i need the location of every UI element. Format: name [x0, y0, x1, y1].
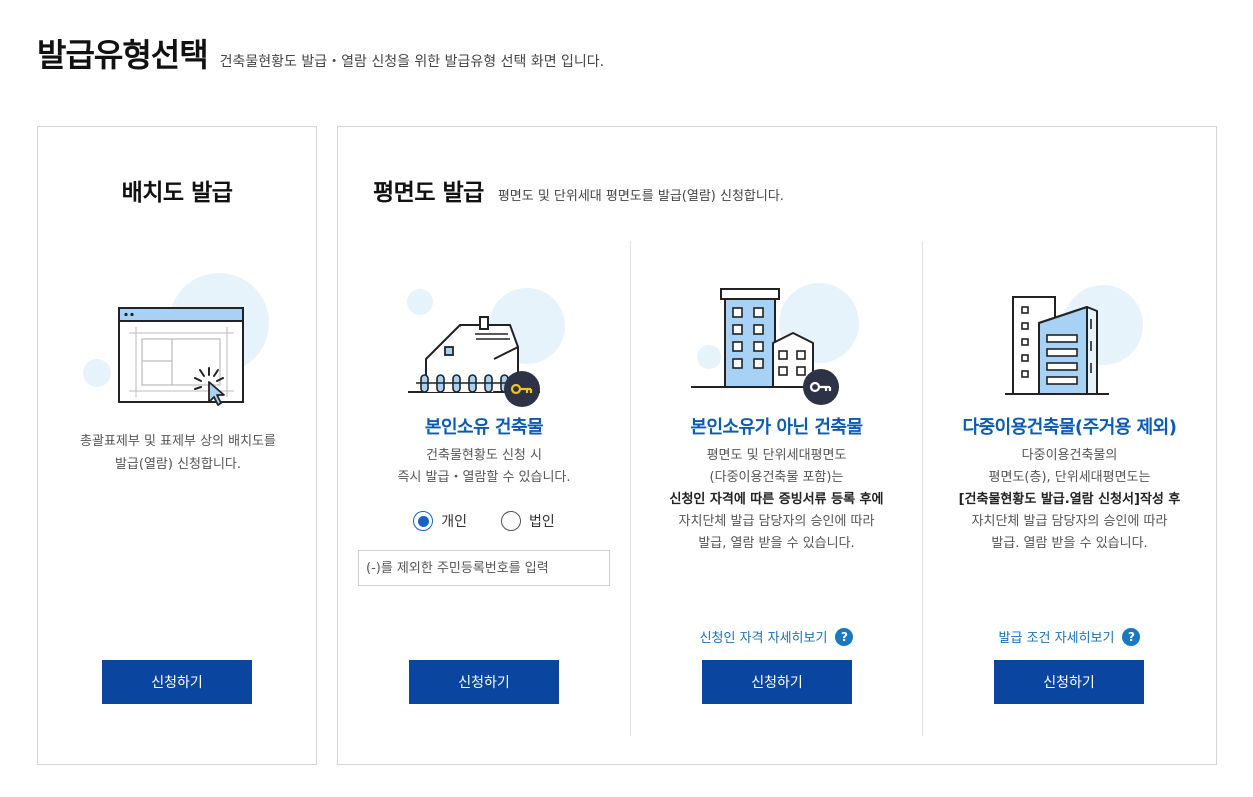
question-circle-icon[interactable]: ?	[835, 627, 854, 646]
radio-individual[interactable]: 개인	[413, 511, 467, 531]
site-plan-panel: 배치도 발급 총괄표제부 및 표제부 상의 배치도를 발급(열람) 신청합니다.…	[37, 126, 317, 765]
not-owned-building-section: 본인소유가 아닌 건축물 평면도 및 단위세대평면도 (다중이용건축물 포함)는…	[630, 241, 922, 736]
page-title: 발급유형선택	[37, 36, 209, 74]
owned-building-description: 건축물현황도 신청 시 즉시 발급・열람할 수 있습니다.	[397, 448, 571, 485]
not-owned-building-title: 본인소유가 아닌 건축물	[690, 417, 863, 438]
owned-building-section: 본인소유 건축물 건축물현황도 신청 시 즉시 발급・열람할 수 있습니다. 개…	[338, 241, 630, 736]
question-circle-icon[interactable]: ?	[1122, 627, 1141, 646]
floor-plan-subtitle: 평면도 및 단위세대 평면도를 발급(열람) 신청합니다.	[497, 189, 784, 204]
owner-type-radio-group: 개인 법인	[338, 511, 630, 531]
resident-number-input[interactable]	[358, 550, 610, 586]
tower-building-icon	[1005, 285, 1143, 395]
multi-use-building-title: 다중이용건축물(주거용 제외)	[962, 417, 1177, 438]
site-plan-title: 배치도 발급	[121, 180, 233, 206]
site-plan-icon	[83, 273, 269, 406]
site-plan-apply-button[interactable]: 신청하기	[102, 660, 252, 704]
page-header: 발급유형선택 건축물현황도 발급・열람 신청을 위한 발급유형 선택 화면 입니…	[37, 30, 604, 76]
applicant-qualification-link[interactable]: 신청인 자격 자세히보기 ?	[631, 627, 922, 646]
house-key-icon	[407, 288, 565, 407]
page-subtitle: 건축물현황도 발급・열람 신청을 위한 발급유형 선택 화면 입니다.	[219, 54, 605, 70]
radio-corporation-control[interactable]	[501, 511, 521, 531]
owned-apply-button[interactable]: 신청하기	[409, 660, 559, 704]
floor-plan-panel: 평면도 발급 평면도 및 단위세대 평면도를 발급(열람) 신청합니다. 본인소…	[337, 126, 1217, 765]
floor-plan-header: 평면도 발급 평면도 및 단위세대 평면도를 발급(열람) 신청합니다.	[373, 173, 784, 207]
buildings-key-icon	[691, 283, 859, 405]
not-owned-apply-button[interactable]: 신청하기	[702, 660, 852, 704]
owned-building-title: 본인소유 건축물	[424, 417, 544, 438]
floor-plan-title: 평면도 발급	[373, 180, 484, 206]
not-owned-building-description: 평면도 및 단위세대평면도 (다중이용건축물 포함)는 신청인 자격에 따른 증…	[669, 448, 884, 551]
multi-use-apply-button[interactable]: 신청하기	[994, 660, 1144, 704]
radio-individual-control[interactable]	[413, 511, 434, 531]
site-plan-description: 총괄표제부 및 표제부 상의 배치도를 발급(열람) 신청합니다.	[80, 434, 276, 472]
multi-use-building-section: 다중이용건축물(주거용 제외) 다중이용건축물의 평면도(층), 단위세대평면도…	[922, 241, 1216, 736]
multi-use-building-description: 다중이용건축물의 평면도(층), 단위세대평면도는 [건축물현황도 발급.열람 …	[958, 448, 1181, 551]
issuance-condition-link[interactable]: 발급 조건 자세히보기 ?	[923, 627, 1216, 646]
radio-corporation[interactable]: 법인	[501, 511, 555, 531]
